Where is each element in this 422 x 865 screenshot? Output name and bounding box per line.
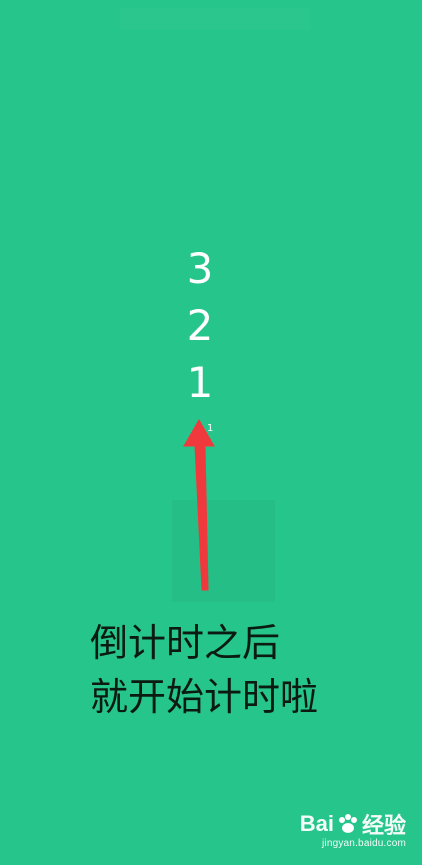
faint-panel	[172, 500, 275, 602]
top-placeholder	[120, 8, 310, 30]
countdown-number-3: 3	[186, 244, 214, 293]
watermark-url: jingyan.baidu.com	[321, 838, 406, 849]
countdown-display: 3 2 1	[170, 240, 230, 411]
caption-line-1: 倒计时之后	[90, 621, 281, 665]
screen: 3 2 1 1 倒计时之后 就开始计时啦 Bai 经验 jingyan.baid…	[0, 0, 422, 865]
marker-label: 1	[207, 423, 214, 434]
caption: 倒计时之后 就开始计时啦	[90, 616, 318, 724]
countdown-number-1: 1	[186, 358, 214, 407]
watermark: Bai 经验 jingyan.baidu.com	[300, 808, 406, 849]
watermark-brand-prefix: Bai	[299, 811, 334, 836]
watermark-brand-suffix: 经验	[361, 813, 406, 838]
caption-line-2: 就开始计时啦	[90, 675, 319, 719]
countdown-number-2: 2	[186, 301, 214, 350]
watermark-brand: Bai 经验	[300, 808, 406, 840]
paw-icon	[336, 812, 360, 836]
